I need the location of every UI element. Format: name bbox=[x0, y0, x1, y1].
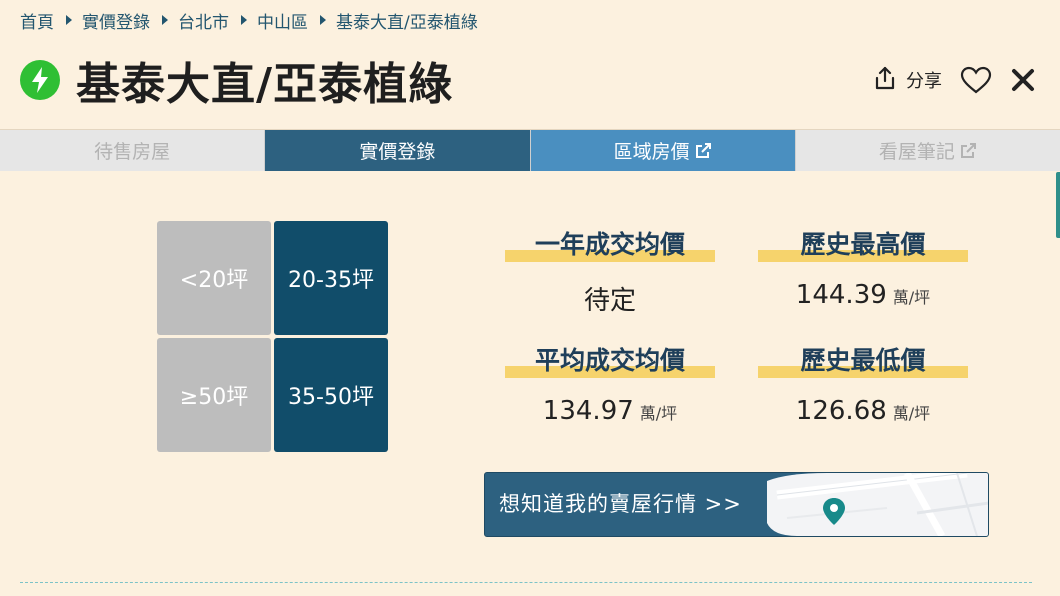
stat-value: 待定 bbox=[505, 280, 715, 317]
stat-label-text: 一年成交均價 bbox=[534, 230, 685, 259]
stat-label-text: 歷史最高價 bbox=[800, 230, 926, 259]
stat-value-number: 待定 bbox=[583, 286, 636, 316]
section-divider bbox=[20, 582, 1032, 583]
sell-price-banner[interactable]: 想知道我的賣屋行情 >> bbox=[484, 472, 989, 537]
stat-value-number: 126.68 bbox=[795, 396, 887, 426]
stat-avg-price: 平均成交均價 134.97 萬/坪 bbox=[505, 344, 715, 426]
side-scroll-marker bbox=[1056, 172, 1060, 238]
share-label: 分享 bbox=[906, 71, 942, 92]
map-thumbnail bbox=[767, 473, 988, 536]
close-icon bbox=[1012, 69, 1034, 91]
stat-history-high: 歷史最高價 144.39 萬/坪 bbox=[758, 228, 968, 310]
stat-value: 126.68 萬/坪 bbox=[758, 396, 968, 426]
size-filter-35-50[interactable]: 35-50坪 bbox=[274, 338, 388, 452]
heart-icon bbox=[960, 66, 992, 94]
tab-actual-price[interactable]: 實價登錄 bbox=[265, 130, 531, 171]
breadcrumb-actual-price[interactable]: 實價登錄 bbox=[82, 8, 150, 33]
tab-for-sale-label: 待售房屋 bbox=[94, 141, 171, 163]
stat-value-unit: 萬/坪 bbox=[892, 404, 931, 423]
close-button[interactable] bbox=[1010, 67, 1036, 93]
tab-area-price-label: 區域房價 bbox=[613, 141, 690, 163]
breadcrumb-separator-icon bbox=[320, 15, 326, 25]
size-filter-50-plus[interactable]: ≥50坪 bbox=[157, 338, 271, 452]
tab-area-price[interactable]: 區域房價 bbox=[530, 130, 796, 171]
breadcrumb-city[interactable]: 台北市 bbox=[178, 8, 229, 33]
stat-label: 歷史最高價 bbox=[758, 228, 968, 262]
stat-label: 一年成交均價 bbox=[505, 228, 715, 262]
banner-text: 想知道我的賣屋行情 >> bbox=[499, 492, 742, 516]
share-button[interactable]: 分享 bbox=[872, 65, 942, 95]
size-filter-under-20[interactable]: <20坪 bbox=[157, 221, 271, 335]
stat-one-year-avg: 一年成交均價 待定 bbox=[505, 228, 715, 317]
size-filter-20-35[interactable]: 20-35坪 bbox=[274, 221, 388, 335]
stat-value-number: 144.39 bbox=[795, 280, 887, 310]
header-actions: 分享 bbox=[872, 65, 1040, 95]
tab-actual-price-label: 實價登錄 bbox=[359, 141, 436, 163]
lightning-icon bbox=[20, 60, 60, 100]
stat-history-low: 歷史最低價 126.68 萬/坪 bbox=[758, 344, 968, 426]
stat-label-text: 歷史最低價 bbox=[800, 346, 926, 375]
tab-bar: 待售房屋 實價登錄 區域房價 看屋筆記 bbox=[0, 129, 1060, 171]
page-title: 基泰大直/亞泰植綠 bbox=[76, 59, 454, 110]
tab-for-sale[interactable]: 待售房屋 bbox=[0, 130, 266, 171]
breadcrumb: 首頁 實價登錄 台北市 中山區 基泰大直/亞泰植綠 bbox=[20, 8, 478, 33]
size-filter-grid: <20坪 20-35坪 ≥50坪 35-50坪 bbox=[157, 221, 388, 452]
breadcrumb-home[interactable]: 首頁 bbox=[20, 8, 54, 33]
stat-value-unit: 萬/坪 bbox=[639, 404, 678, 423]
stat-value: 134.97 萬/坪 bbox=[505, 396, 715, 426]
breadcrumb-district[interactable]: 中山區 bbox=[257, 8, 308, 33]
external-link-icon bbox=[695, 142, 711, 158]
breadcrumb-separator-icon bbox=[162, 15, 168, 25]
breadcrumb-community[interactable]: 基泰大直/亞泰植綠 bbox=[336, 8, 478, 33]
favorite-button[interactable] bbox=[960, 66, 992, 94]
external-link-icon bbox=[960, 142, 976, 158]
tab-viewing-notes[interactable]: 看屋筆記 bbox=[795, 130, 1060, 171]
stat-value-number: 134.97 bbox=[542, 396, 634, 426]
stat-value: 144.39 萬/坪 bbox=[758, 280, 968, 310]
breadcrumb-separator-icon bbox=[66, 15, 72, 25]
share-icon bbox=[872, 65, 898, 95]
stat-label: 歷史最低價 bbox=[758, 344, 968, 378]
breadcrumb-separator-icon bbox=[241, 15, 247, 25]
tab-viewing-notes-label: 看屋筆記 bbox=[878, 141, 955, 163]
stat-value-unit: 萬/坪 bbox=[892, 288, 931, 307]
stat-label-text: 平均成交均價 bbox=[534, 346, 685, 375]
title-row: 基泰大直/亞泰植綠 分享 bbox=[20, 52, 1040, 110]
stat-label: 平均成交均價 bbox=[505, 344, 715, 378]
